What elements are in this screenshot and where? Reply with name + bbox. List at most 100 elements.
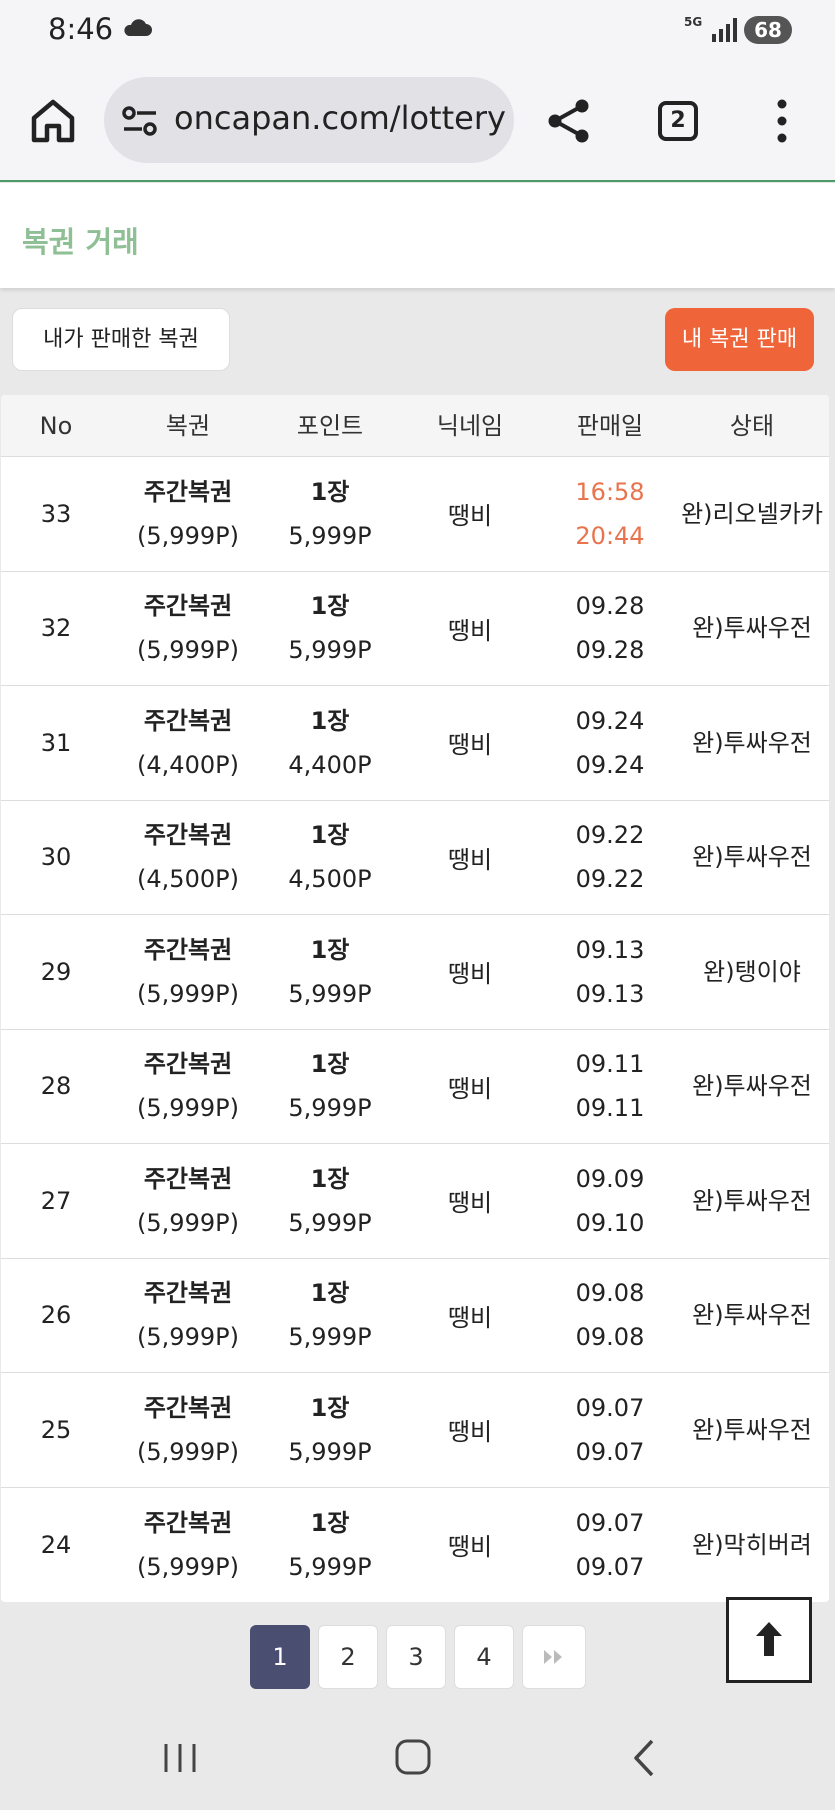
lottery-name: 주간복권 xyxy=(143,477,233,506)
table-row[interactable]: 25 주간복권 (5,999P) 1장 5,999P 땡비 09.07 09.07 완)투싸우전 xyxy=(1,1373,829,1488)
table-row[interactable]: 28 주간복권 (5,999P) 1장 5,999P 땡비 09.11 09.11 완)투싸우전 xyxy=(1,1030,829,1144)
lottery-table: No 복권 포인트 닉네임 판매일 상태 33 주간복권 (5,999P) 1장 5,9… xyxy=(1,395,829,1602)
cell-nickname: 땡비 xyxy=(447,731,493,760)
ticket-quantity: 1장 xyxy=(310,592,350,621)
sale-date-start: 09.11 xyxy=(575,1050,645,1079)
table-row[interactable]: 31 주간복권 (4,400P) 1장 4,400P 땡비 09.24 09.24 완)투싸우전 xyxy=(1,686,829,801)
table-body: 33 주간복권 (5,999P) 1장 5,999P 땡비 16:58 20:44 완)리오넬카… xyxy=(1,457,829,1602)
table-row[interactable]: 29 주간복권 (5,999P) 1장 5,999P 땡비 09.13 09.13 완)탱이야 xyxy=(1,915,829,1030)
cell-lottery: 주간복권 (5,999P) xyxy=(111,1386,265,1474)
table-row[interactable]: 24 주간복권 (5,999P) 1장 5,999P 땡비 09.07 09.07 완)막히버려 xyxy=(1,1488,829,1603)
sale-date-end: 09.11 xyxy=(575,1094,645,1123)
cell-points: 1장 5,999P xyxy=(265,470,395,558)
ticket-points: 5,999P xyxy=(288,1437,372,1466)
cell-sale-date: 09.07 09.07 xyxy=(545,1501,675,1589)
sale-date-end: 20:44 xyxy=(575,521,645,550)
table-row[interactable]: 30 주간복권 (4,500P) 1장 4,500P 땡비 09.22 09.22 완)투싸우전 xyxy=(1,801,829,915)
lottery-name: 주간복권 xyxy=(143,821,233,850)
ticket-quantity: 1장 xyxy=(310,477,350,506)
home-nav-icon[interactable] xyxy=(394,1738,432,1776)
cell-nickname: 땡비 xyxy=(447,616,493,645)
sale-date-start: 09.13 xyxy=(575,935,645,964)
header-sale-date: 판매일 xyxy=(576,412,644,440)
table-row[interactable]: 27 주간복권 (5,999P) 1장 5,999P 땡비 09.09 09.10 완)투싸우전 xyxy=(1,1144,829,1259)
sale-date-end: 09.28 xyxy=(575,636,645,665)
page-2-button[interactable]: 2 xyxy=(318,1625,378,1689)
address-bar[interactable]: oncapan.com/lottery xyxy=(104,77,514,163)
network-type: 5G xyxy=(684,15,703,29)
lottery-price: (5,999P) xyxy=(137,636,239,665)
ticket-quantity: 1장 xyxy=(310,1279,350,1308)
ticket-points: 5,999P xyxy=(288,1552,372,1581)
table-row[interactable]: 26 주간복권 (5,999P) 1장 5,999P 땡비 09.08 09.08 완)투싸우전 xyxy=(1,1259,829,1373)
cloud-icon xyxy=(124,19,152,36)
lottery-name: 주간복권 xyxy=(143,1050,233,1079)
back-icon[interactable] xyxy=(632,1738,656,1778)
double-chevron-right-icon xyxy=(544,1650,562,1664)
scroll-to-top-button[interactable] xyxy=(726,1597,812,1683)
cell-points: 1장 5,999P xyxy=(265,584,395,672)
cell-lottery: 주간복권 (5,999P) xyxy=(111,1157,265,1245)
lottery-price: (4,500P) xyxy=(137,865,239,894)
sale-date-end: 09.07 xyxy=(575,1552,645,1581)
cell-no: 29 xyxy=(40,957,72,986)
cell-lottery: 주간복권 (4,400P) xyxy=(111,699,265,787)
cell-lottery: 주간복권 (5,999P) xyxy=(111,1271,265,1359)
url-text[interactable]: oncapan.com/lottery xyxy=(174,99,506,137)
cell-sale-date: 09.09 09.10 xyxy=(545,1157,675,1245)
sale-date-start: 09.08 xyxy=(575,1279,645,1308)
cell-lottery: 주간복권 (5,999P) xyxy=(111,470,265,558)
cell-points: 1장 5,999P xyxy=(265,928,395,1016)
cell-sale-date: 09.08 09.08 xyxy=(545,1271,675,1359)
home-icon[interactable] xyxy=(28,96,78,146)
signal-icon xyxy=(712,18,737,42)
more-options-icon[interactable] xyxy=(770,98,794,144)
ticket-points: 4,500P xyxy=(288,865,372,894)
ticket-points: 5,999P xyxy=(288,1323,372,1352)
page-3-button[interactable]: 3 xyxy=(386,1625,446,1689)
share-icon[interactable] xyxy=(546,98,592,144)
table-row[interactable]: 33 주간복권 (5,999P) 1장 5,999P 땡비 16:58 20:44 완)리오넬카… xyxy=(1,457,829,572)
header-points: 포인트 xyxy=(296,412,364,440)
my-sold-lottery-button[interactable]: 내가 판매한 복권 xyxy=(12,308,230,371)
cell-lottery: 주간복권 (4,500P) xyxy=(111,813,265,901)
cell-status: 완)투싸우전 xyxy=(692,1072,812,1101)
cell-status: 완)투싸우전 xyxy=(692,728,812,757)
system-navigation-bar xyxy=(0,1700,835,1810)
page-1-button[interactable]: 1 xyxy=(250,1625,310,1689)
cell-no: 25 xyxy=(40,1415,72,1444)
battery-indicator: 68 xyxy=(744,16,792,44)
table-row[interactable]: 32 주간복권 (5,999P) 1장 5,999P 땡비 09.28 09.28 완)투싸우전 xyxy=(1,572,829,686)
cell-no: 26 xyxy=(40,1301,72,1330)
header-lottery: 복권 xyxy=(165,412,211,440)
lottery-price: (5,999P) xyxy=(137,521,239,550)
cell-status: 완)막히버려 xyxy=(692,1530,812,1559)
cell-lottery: 주간복권 (5,999P) xyxy=(111,928,265,1016)
lottery-price: (5,999P) xyxy=(137,1094,239,1123)
sell-my-lottery-button[interactable]: 내 복권 판매 xyxy=(665,308,814,371)
cell-points: 1장 4,400P xyxy=(265,699,395,787)
lottery-price: (5,999P) xyxy=(137,1552,239,1581)
ticket-quantity: 1장 xyxy=(310,1393,350,1422)
ticket-quantity: 1장 xyxy=(310,706,350,735)
sale-date-start: 16:58 xyxy=(575,477,645,506)
page-4-button[interactable]: 4 xyxy=(454,1625,514,1689)
cell-no: 24 xyxy=(40,1530,72,1559)
cell-sale-date: 09.07 09.07 xyxy=(545,1386,675,1474)
sale-date-end: 09.22 xyxy=(575,865,645,894)
sale-date-end: 09.10 xyxy=(575,1208,645,1237)
cell-nickname: 땡비 xyxy=(447,502,493,531)
lottery-price: (5,999P) xyxy=(137,1323,239,1352)
cell-sale-date: 09.11 09.11 xyxy=(545,1042,675,1130)
cell-nickname: 땡비 xyxy=(447,1533,493,1562)
lottery-price: (4,400P) xyxy=(137,750,239,779)
cell-lottery: 주간복권 (5,999P) xyxy=(111,1501,265,1589)
lottery-name: 주간복권 xyxy=(143,1279,233,1308)
tab-switcher-button[interactable]: 2 xyxy=(658,101,698,141)
cell-points: 1장 5,999P xyxy=(265,1042,395,1130)
last-page-button[interactable] xyxy=(522,1625,586,1689)
recent-apps-icon[interactable] xyxy=(162,1742,198,1774)
sale-date-start: 09.07 xyxy=(575,1508,645,1537)
site-settings-icon[interactable] xyxy=(122,105,158,137)
cell-status: 완)투싸우전 xyxy=(692,1186,812,1215)
